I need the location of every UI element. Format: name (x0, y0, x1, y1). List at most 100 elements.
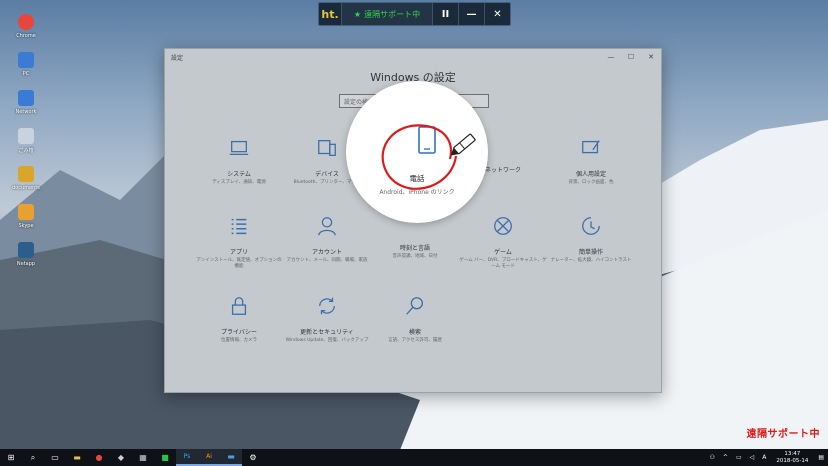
settings-item-title: ゲーム (494, 249, 512, 256)
devices-icon (318, 140, 336, 156)
settings-item-desc: ディスプレイ、通知、電源 (212, 180, 266, 185)
remote-logo: ht. (321, 7, 339, 21)
settings-item-desc: アカウント、メール、同期、職場、家族 (286, 258, 368, 263)
desktop-icon-label: ごみ箱 (18, 148, 34, 154)
lock-icon (231, 297, 247, 315)
apps-icon (231, 218, 247, 235)
ease-icon (582, 217, 600, 235)
desktop-icon-label: Skype (18, 223, 34, 229)
settings-item-desc: アンインストール、既定値、オプションの機能 (196, 258, 282, 269)
app-icon (18, 242, 34, 258)
settings-item-apps[interactable]: アプリ アンインストール、既定値、オプションの機能 (195, 215, 283, 270)
desktop-icon-recycle-bin[interactable]: ごみ箱 (6, 126, 46, 164)
app-icon[interactable]: ▬ (220, 449, 242, 466)
settings-item-desc: 背景、ロック画面、色 (568, 180, 614, 185)
phone-icon (418, 126, 436, 154)
chrome-icon (18, 14, 34, 30)
network-icon[interactable]: ▭ (736, 454, 742, 461)
clock[interactable]: 13:47 2018-05-14 (776, 451, 808, 464)
photoshop-icon[interactable]: Ps (176, 449, 198, 466)
settings-item-title: 検索 (408, 329, 421, 336)
start-icon[interactable]: ⊞ (0, 449, 22, 466)
search-icon[interactable]: ⌕ (22, 449, 44, 466)
xbox-icon (494, 217, 512, 235)
remote-status: ★ 遠隔サポート中 (341, 3, 432, 25)
desktop-icon-network[interactable]: Network (6, 88, 46, 126)
volume-icon[interactable]: ◁ (750, 454, 755, 461)
settings-item-search[interactable]: 検索 言語、アクセス許可、履歴 (371, 295, 459, 344)
desktop-icon-documents[interactable]: documents (6, 164, 46, 202)
taskbar: ⊞ ⌕ ▭ ▬ ● ◆ ▦ ■ Ps Ai ▬ ⚙ ⚇ ^ ▭ ◁ A 13:4… (0, 449, 828, 466)
settings-item-desc: 音声認識、地域、日付 (392, 254, 438, 259)
remote-status-label: 遠隔サポート中 (364, 9, 421, 19)
settings-item-desc: 言語、アクセス許可、履歴 (388, 338, 442, 343)
calculator-icon[interactable]: ▦ (132, 449, 154, 466)
app-icon (18, 204, 34, 220)
window-minimize-button[interactable]: — (601, 49, 621, 65)
close-button[interactable]: ✕ (484, 3, 510, 25)
network-icon (18, 90, 34, 106)
star-icon: ★ (353, 9, 362, 19)
settings-icon[interactable]: ⚙ (242, 449, 264, 466)
settings-item-title: 時刻と言語 (399, 245, 430, 252)
desktop-icon-label: documents (12, 185, 40, 191)
desktop-icon-skype[interactable]: Skype (6, 202, 46, 240)
settings-item-update-security[interactable]: 更新とセキュリティ Windows Update、回復、バックアップ (283, 295, 371, 344)
clock-time: 13:47 (784, 450, 801, 457)
recycle-bin-icon (18, 128, 34, 144)
notification-icon[interactable]: ▤ (818, 454, 824, 461)
desktop-icon-netapp[interactable]: Netapp (6, 240, 46, 278)
minimize-button[interactable]: — (458, 3, 484, 25)
personalize-icon (582, 140, 600, 154)
pause-button[interactable]: II (432, 3, 458, 25)
search-icon (406, 297, 423, 315)
settings-item-ease-of-access[interactable]: 簡単操作 ナレーター、拡大鏡、ハイコントラスト (547, 215, 635, 264)
sync-icon (319, 297, 335, 315)
remote-support-toolbar: ht. ★ 遠隔サポート中 II — ✕ (318, 2, 511, 26)
laptop-icon (229, 140, 249, 156)
desktop-icon-label: PC (22, 71, 30, 77)
network-icon (492, 137, 514, 159)
settings-item-desc: Windows Update、回復、バックアップ (285, 338, 369, 343)
magnifier-desc: Android、iPhone のリンク (379, 189, 455, 196)
window-title: 設定 (171, 54, 184, 62)
paint-icon[interactable]: ◆ (110, 449, 132, 466)
settings-item-title: 簡単操作 (578, 249, 603, 256)
desktop-icons: Chrome PC Network ごみ箱 documents Skype Ne… (6, 12, 46, 278)
clock-date: 2018-05-14 (776, 457, 809, 464)
desktop-icon-label: Chrome (16, 33, 36, 39)
window-titlebar: 設定 — ☐ ✕ (165, 49, 661, 65)
settings-item-title: アカウント (311, 249, 342, 256)
settings-item-personalization[interactable]: 個人用設定 背景、ロック画面、色 (547, 137, 635, 186)
settings-item-system[interactable]: システム ディスプレイ、通知、電源 (195, 137, 283, 186)
magnifier-overlay: 電話 Android、iPhone のリンク (346, 81, 488, 223)
settings-item-title: システム (227, 171, 251, 178)
annotation-circle (381, 124, 476, 190)
settings-item-privacy[interactable]: プライバシー 位置情報、カメラ (195, 295, 283, 344)
ime-indicator[interactable]: A (762, 454, 766, 461)
account-icon (318, 217, 336, 236)
watermark: 遠隔サポート中 (746, 429, 820, 440)
chevron-up-icon[interactable]: ^ (723, 454, 728, 461)
people-icon[interactable]: ⚇ (710, 454, 715, 461)
chrome-icon[interactable]: ● (88, 449, 110, 466)
window-close-button[interactable]: ✕ (641, 49, 661, 65)
task-view-icon[interactable]: ▭ (44, 449, 66, 466)
settings-item-title: アプリ (229, 249, 248, 256)
settings-item-desc: ナレーター、拡大鏡、ハイコントラスト (550, 258, 632, 263)
file-explorer-icon[interactable]: ▬ (66, 449, 88, 466)
desktop-icon-label: Netapp (16, 261, 36, 267)
system-tray: ⚇ ^ ▭ ◁ A 13:47 2018-05-14 ▤ (706, 449, 828, 466)
pen-icon (450, 133, 476, 156)
magnifier-title: 電話 (409, 174, 425, 183)
settings-item-title: プライバシー (221, 329, 257, 336)
folder-icon (18, 166, 34, 182)
settings-item-title: 個人用設定 (575, 171, 606, 178)
settings-item-desc: ゲーム バー、DVR、ブロードキャスト、ゲーム モード (459, 258, 547, 269)
window-maximize-button[interactable]: ☐ (621, 49, 641, 65)
settings-item-gaming[interactable]: ゲーム ゲーム バー、DVR、ブロードキャスト、ゲーム モード (459, 215, 547, 270)
desktop-icon-chrome[interactable]: Chrome (6, 12, 46, 50)
desktop-icon-pc[interactable]: PC (6, 50, 46, 88)
line-icon[interactable]: ■ (154, 449, 176, 466)
illustrator-icon[interactable]: Ai (198, 449, 220, 466)
